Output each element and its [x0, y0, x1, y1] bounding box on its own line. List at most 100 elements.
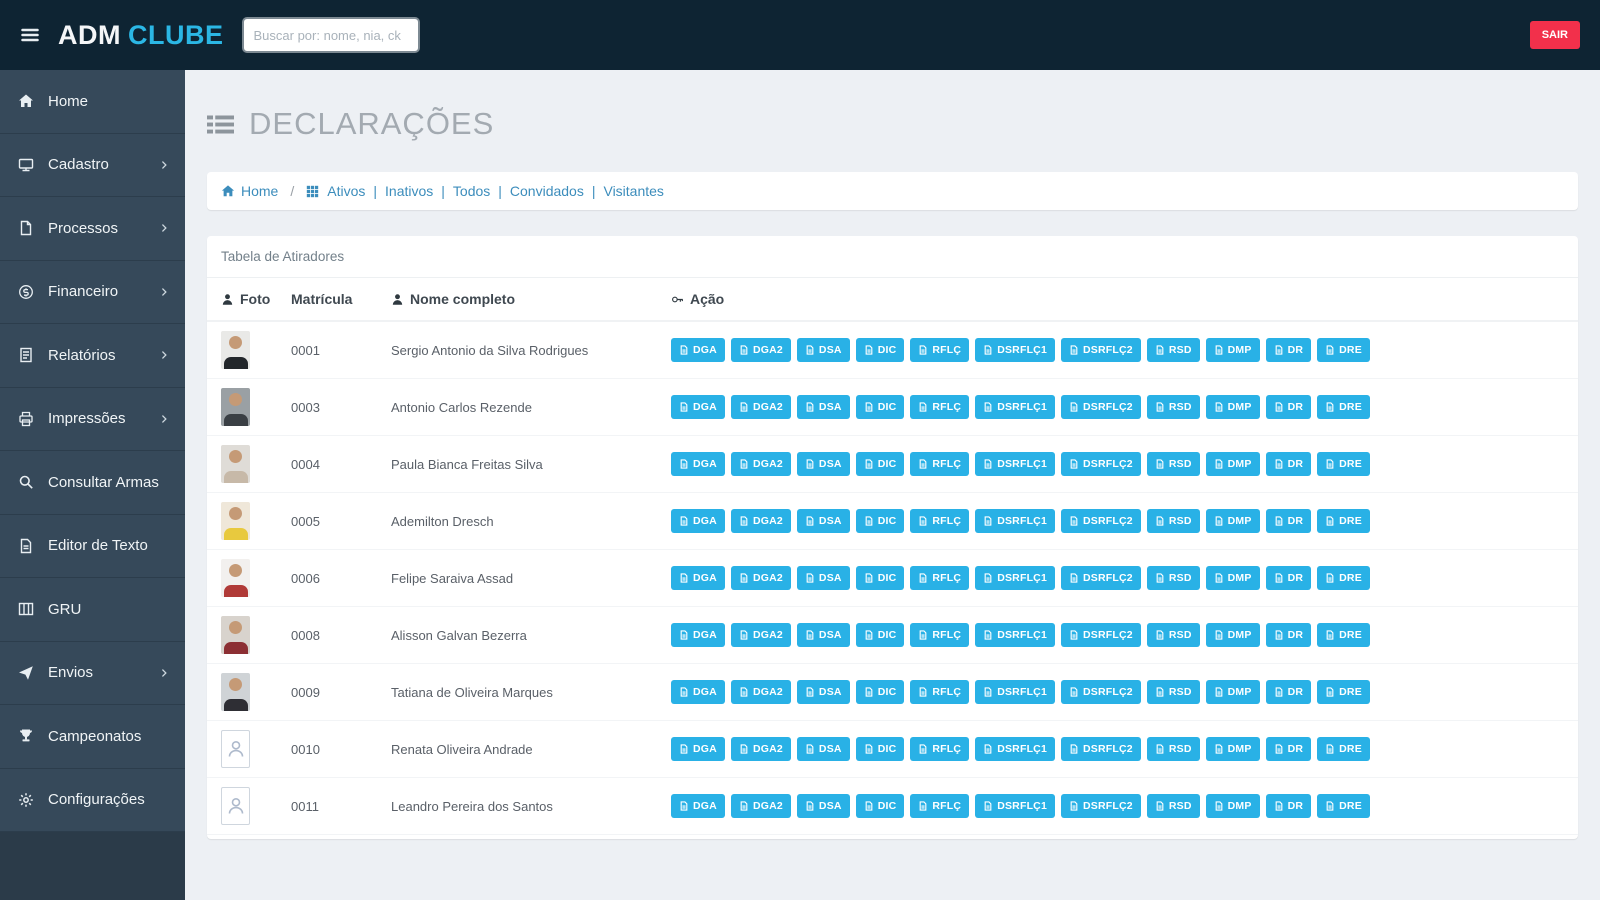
action-button-dga[interactable]: DGA — [671, 509, 725, 533]
action-button-dic[interactable]: DIC — [855, 680, 905, 704]
action-button-dga[interactable]: DGA — [671, 395, 725, 419]
action-button-rflç[interactable]: RFLÇ — [910, 794, 970, 818]
action-button-rsd[interactable]: RSD — [1146, 737, 1200, 761]
action-button-dmp[interactable]: DMP — [1205, 737, 1260, 761]
sidebar-item-campeonatos[interactable]: Campeonatos — [0, 705, 185, 769]
action-button-dre[interactable]: DRE — [1317, 737, 1370, 761]
action-button-dre[interactable]: DRE — [1317, 395, 1370, 419]
sidebar-item-processos[interactable]: Processos — [0, 197, 185, 261]
logout-button[interactable]: SAIR — [1529, 21, 1580, 49]
action-button-dsrflç2[interactable]: DSRFLÇ2 — [1061, 794, 1141, 818]
action-button-dsa[interactable]: DSA — [796, 395, 850, 419]
action-button-rsd[interactable]: RSD — [1146, 680, 1200, 704]
action-button-dmp[interactable]: DMP — [1205, 395, 1260, 419]
app-logo[interactable]: ADM CLUBE — [58, 20, 224, 51]
action-button-dga2[interactable]: DGA2 — [730, 452, 791, 476]
action-button-rflç[interactable]: RFLÇ — [910, 338, 970, 362]
hamburger-icon[interactable] — [20, 25, 40, 45]
action-button-dic[interactable]: DIC — [855, 395, 905, 419]
breadcrumb-filter-visitantes[interactable]: Visitantes — [603, 183, 663, 199]
action-button-dga[interactable]: DGA — [671, 680, 725, 704]
action-button-dsrflç2[interactable]: DSRFLÇ2 — [1061, 680, 1141, 704]
action-button-dsa[interactable]: DSA — [796, 623, 850, 647]
action-button-dga2[interactable]: DGA2 — [730, 566, 791, 590]
action-button-rsd[interactable]: RSD — [1146, 452, 1200, 476]
action-button-dre[interactable]: DRE — [1317, 794, 1370, 818]
action-button-dga[interactable]: DGA — [671, 338, 725, 362]
action-button-rsd[interactable]: RSD — [1146, 566, 1200, 590]
action-button-dga2[interactable]: DGA2 — [730, 338, 791, 362]
sidebar-item-consultar-armas[interactable]: Consultar Armas — [0, 451, 185, 515]
action-button-dsa[interactable]: DSA — [796, 737, 850, 761]
action-button-rsd[interactable]: RSD — [1146, 338, 1200, 362]
sidebar-item-configuracoes[interactable]: Configurações — [0, 769, 185, 832]
action-button-dr[interactable]: DR — [1265, 794, 1312, 818]
action-button-dre[interactable]: DRE — [1317, 680, 1370, 704]
action-button-rflç[interactable]: RFLÇ — [910, 395, 970, 419]
action-button-rflç[interactable]: RFLÇ — [910, 680, 970, 704]
sidebar-item-relatorios[interactable]: Relatórios — [0, 324, 185, 388]
action-button-dsrflç1[interactable]: DSRFLÇ1 — [975, 566, 1056, 590]
action-button-dsrflç2[interactable]: DSRFLÇ2 — [1061, 395, 1141, 419]
action-button-dic[interactable]: DIC — [855, 737, 905, 761]
breadcrumb-filter-todos[interactable]: Todos — [453, 183, 490, 199]
action-button-dga[interactable]: DGA — [671, 623, 725, 647]
action-button-dga[interactable]: DGA — [671, 452, 725, 476]
action-button-dre[interactable]: DRE — [1317, 623, 1370, 647]
action-button-dga2[interactable]: DGA2 — [730, 794, 791, 818]
action-button-dmp[interactable]: DMP — [1205, 338, 1260, 362]
action-button-dga2[interactable]: DGA2 — [730, 623, 791, 647]
action-button-dr[interactable]: DR — [1265, 737, 1312, 761]
action-button-dmp[interactable]: DMP — [1205, 509, 1260, 533]
action-button-dsrflç2[interactable]: DSRFLÇ2 — [1061, 566, 1141, 590]
action-button-rsd[interactable]: RSD — [1146, 509, 1200, 533]
breadcrumb-filter-ativos[interactable]: Ativos — [327, 183, 365, 199]
action-button-dic[interactable]: DIC — [855, 509, 905, 533]
action-button-dsrflç2[interactable]: DSRFLÇ2 — [1061, 623, 1141, 647]
action-button-rflç[interactable]: RFLÇ — [910, 623, 970, 647]
action-button-dic[interactable]: DIC — [855, 338, 905, 362]
action-button-dga2[interactable]: DGA2 — [730, 509, 791, 533]
action-button-dic[interactable]: DIC — [855, 623, 905, 647]
action-button-dmp[interactable]: DMP — [1205, 452, 1260, 476]
action-button-dmp[interactable]: DMP — [1205, 680, 1260, 704]
sidebar-item-gru[interactable]: GRU — [0, 578, 185, 642]
breadcrumb-home-link[interactable]: Home — [221, 183, 278, 199]
action-button-dic[interactable]: DIC — [855, 794, 905, 818]
action-button-dic[interactable]: DIC — [855, 566, 905, 590]
action-button-dga[interactable]: DGA — [671, 737, 725, 761]
sidebar-item-cadastro[interactable]: Cadastro — [0, 134, 185, 197]
action-button-dga2[interactable]: DGA2 — [730, 680, 791, 704]
sidebar-item-editor-de-texto[interactable]: Editor de Texto — [0, 515, 185, 578]
action-button-rsd[interactable]: RSD — [1146, 395, 1200, 419]
action-button-rflç[interactable]: RFLÇ — [910, 452, 970, 476]
breadcrumb-filter-convidados[interactable]: Convidados — [510, 183, 584, 199]
search-input[interactable] — [241, 17, 420, 53]
action-button-dga[interactable]: DGA — [671, 566, 725, 590]
action-button-dsrflç1[interactable]: DSRFLÇ1 — [975, 509, 1056, 533]
action-button-dmp[interactable]: DMP — [1205, 623, 1260, 647]
action-button-dsrflç2[interactable]: DSRFLÇ2 — [1061, 338, 1141, 362]
action-button-dsrflç1[interactable]: DSRFLÇ1 — [975, 338, 1056, 362]
action-button-dsrflç2[interactable]: DSRFLÇ2 — [1061, 452, 1141, 476]
sidebar-item-impressoes[interactable]: Impressões — [0, 388, 185, 451]
sidebar-item-financeiro[interactable]: Financeiro — [0, 261, 185, 324]
action-button-dmp[interactable]: DMP — [1205, 566, 1260, 590]
action-button-dsrflç2[interactable]: DSRFLÇ2 — [1061, 509, 1141, 533]
action-button-dre[interactable]: DRE — [1317, 509, 1370, 533]
sidebar-item-envios[interactable]: Envios — [0, 642, 185, 705]
action-button-dsrflç1[interactable]: DSRFLÇ1 — [975, 623, 1056, 647]
action-button-dsrflç1[interactable]: DSRFLÇ1 — [975, 395, 1056, 419]
breadcrumb-filter-inativos[interactable]: Inativos — [385, 183, 433, 199]
action-button-dga2[interactable]: DGA2 — [730, 737, 791, 761]
action-button-dsa[interactable]: DSA — [796, 509, 850, 533]
action-button-dsrflç1[interactable]: DSRFLÇ1 — [975, 452, 1056, 476]
action-button-dga2[interactable]: DGA2 — [730, 395, 791, 419]
action-button-rsd[interactable]: RSD — [1146, 623, 1200, 647]
action-button-rflç[interactable]: RFLÇ — [910, 566, 970, 590]
action-button-dre[interactable]: DRE — [1317, 452, 1370, 476]
action-button-dsa[interactable]: DSA — [796, 452, 850, 476]
action-button-dsa[interactable]: DSA — [796, 338, 850, 362]
action-button-dre[interactable]: DRE — [1317, 566, 1370, 590]
sidebar-item-home[interactable]: Home — [0, 70, 185, 134]
